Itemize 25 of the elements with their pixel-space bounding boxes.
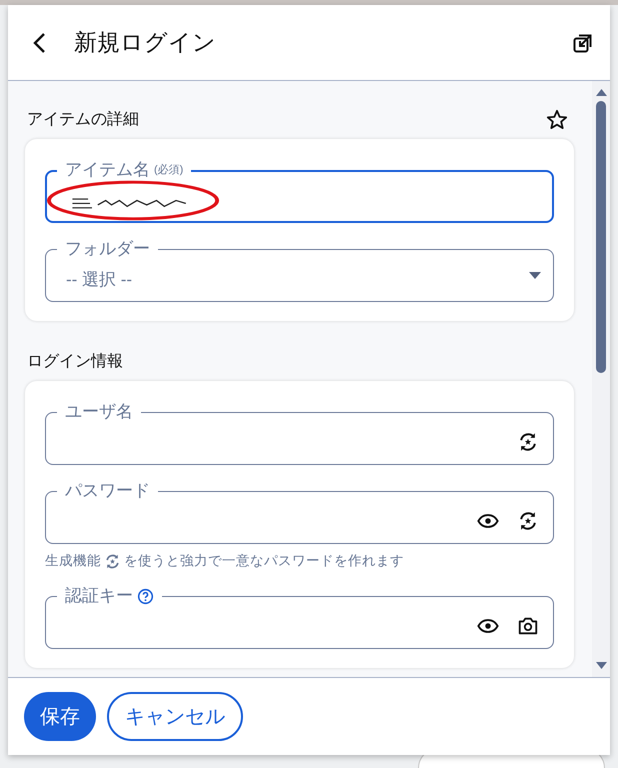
back-icon: [32, 32, 46, 54]
field-label: ユーザ名: [65, 401, 133, 423]
window-title: 新規ログイン: [74, 28, 216, 57]
field-label: フォルダー: [65, 238, 150, 260]
section-title: ログイン情報: [27, 352, 123, 372]
caret-icon: [529, 272, 541, 279]
scrollbar[interactable]: [592, 81, 610, 677]
scroll-down-icon[interactable]: [596, 662, 607, 669]
field-label: パスワード: [65, 480, 150, 502]
generate-icon: [517, 510, 539, 532]
generate-icon: [104, 552, 121, 570]
field-label: アイテム名: [65, 159, 150, 181]
scroll-up-icon[interactable]: [596, 89, 607, 96]
folder-value: -- 選択 --: [66, 269, 134, 291]
hint-text: 生成機能: [45, 552, 101, 570]
favorite-button[interactable]: [546, 108, 568, 130]
cancel-button[interactable]: キャンセル: [107, 692, 243, 741]
hint-text: を使うと強力で一意なパスワードを作れます: [124, 552, 404, 570]
required-note: (必須): [154, 162, 184, 178]
generate-icon: [517, 430, 539, 452]
field-label: 認証キー: [65, 585, 133, 607]
help-icon[interactable]: [137, 588, 154, 604]
save-button[interactable]: 保存: [24, 692, 96, 741]
pop-out-icon: [573, 32, 593, 52]
section-title: アイテムの詳細: [27, 110, 139, 130]
